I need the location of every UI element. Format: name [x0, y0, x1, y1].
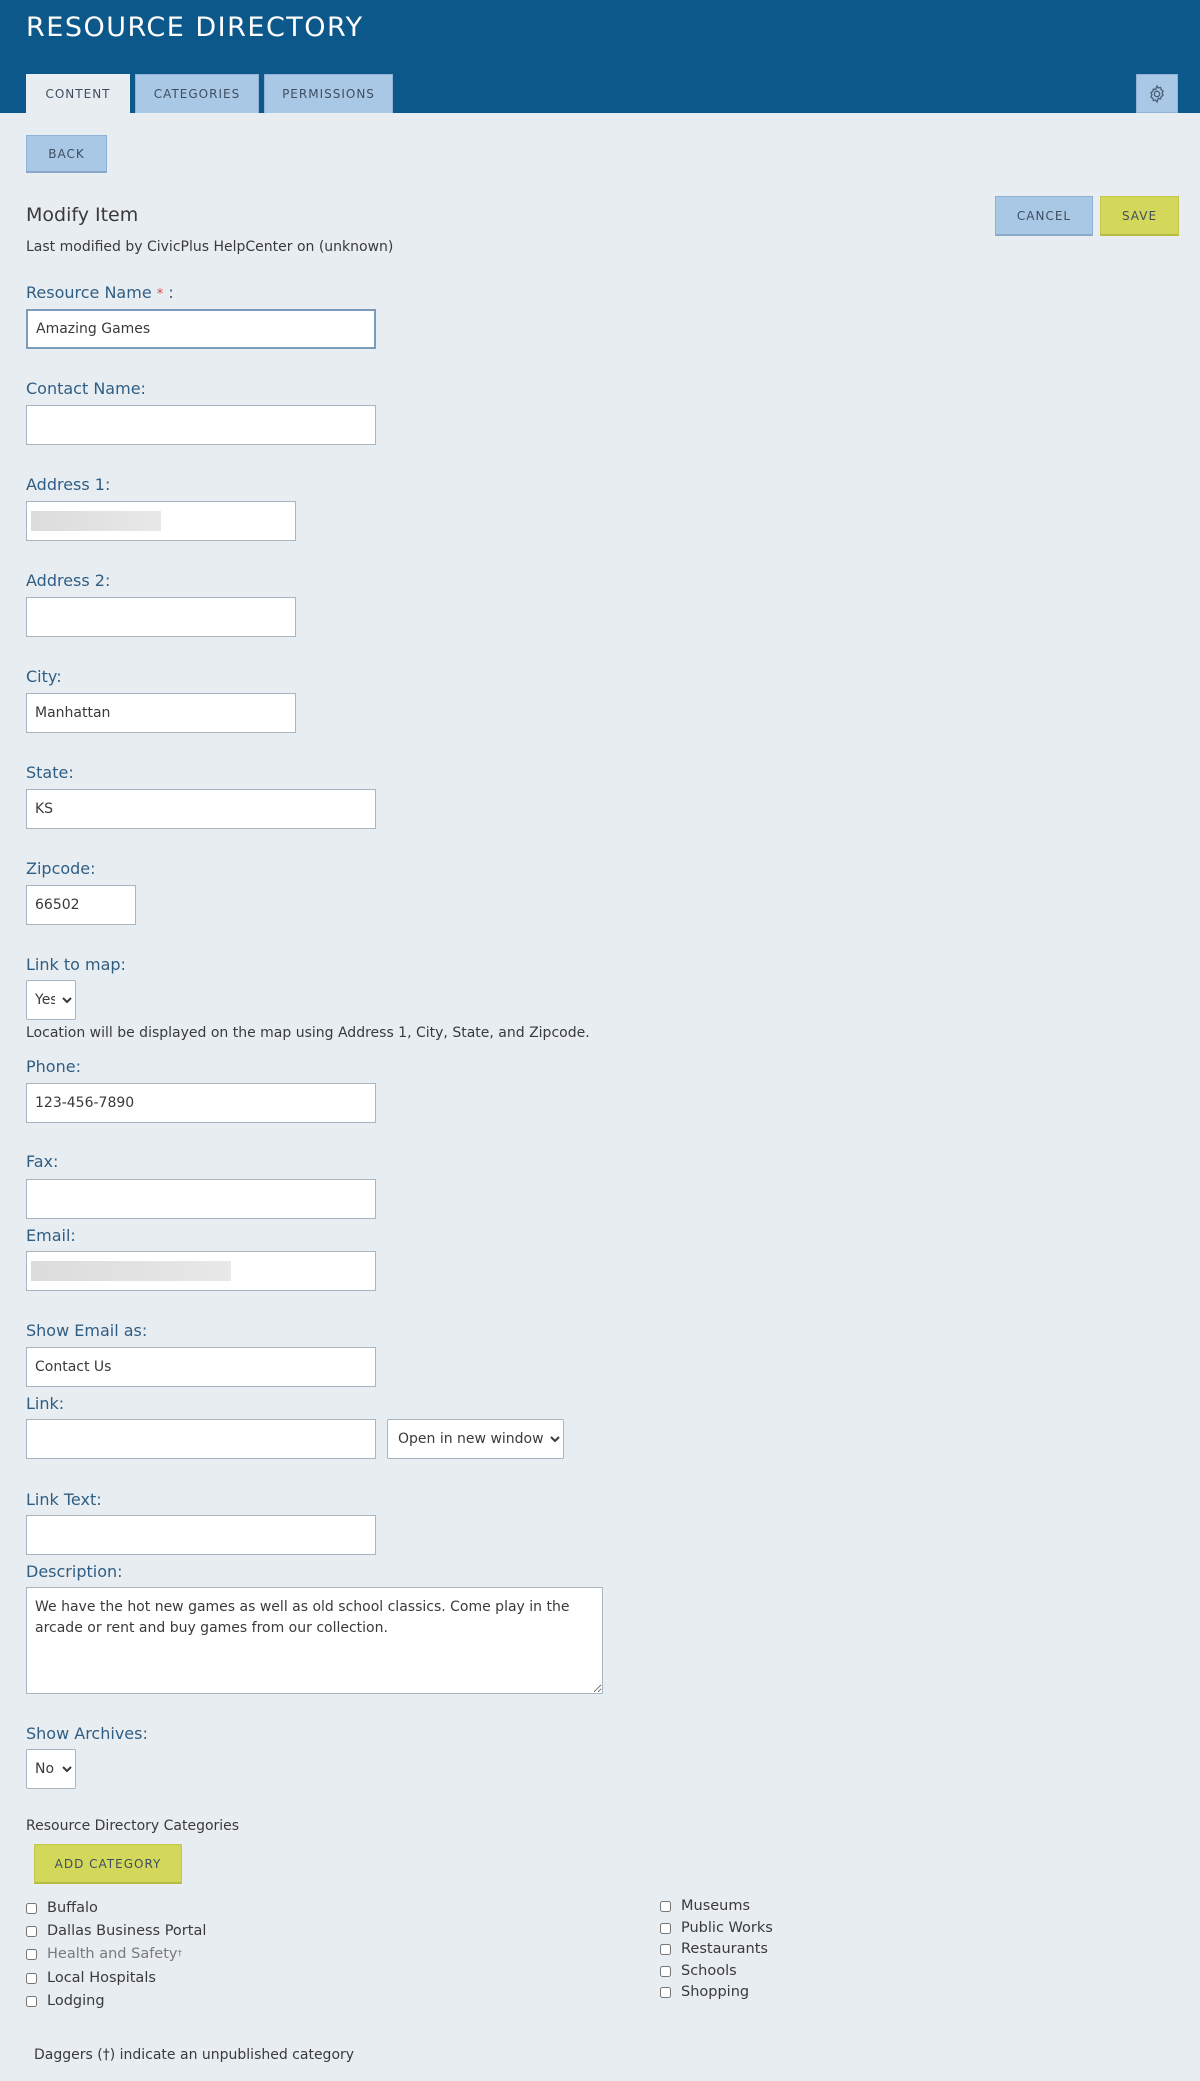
redacted-value [31, 1261, 231, 1281]
email-label: Email: [26, 1226, 76, 1245]
category-item[interactable]: Lodging [26, 1993, 105, 2009]
state-label: State: [26, 763, 74, 782]
fax-label: Fax: [26, 1152, 59, 1171]
unpublished-dagger: † [177, 1949, 183, 1959]
resource-name-label-suffix: : [163, 283, 174, 302]
resource-name-input[interactable] [26, 309, 376, 349]
category-item[interactable]: Public Works [660, 1920, 773, 1936]
zipcode-label: Zipcode: [26, 859, 96, 878]
category-item[interactable]: Health and Safety † [26, 1946, 182, 1962]
cancel-button[interactable]: CANCEL [995, 196, 1093, 236]
link-input[interactable] [26, 1419, 376, 1459]
gear-icon [1150, 84, 1164, 103]
category-item[interactable]: Schools [660, 1963, 737, 1979]
category-label: Museums [681, 1898, 751, 1914]
city-input[interactable] [26, 693, 296, 733]
category-checkbox[interactable] [660, 1965, 671, 1977]
link-to-map-select[interactable]: Yes [26, 980, 76, 1020]
page-title: Modify Item [26, 204, 139, 226]
show-archives-label: Show Archives: [26, 1724, 148, 1743]
category-label: Shopping [681, 1984, 750, 2000]
address1-label: Address 1: [26, 475, 111, 494]
contact-name-input[interactable] [26, 405, 376, 445]
category-item[interactable]: Museums [660, 1898, 750, 1914]
category-item[interactable]: Shopping [660, 1984, 749, 2000]
save-button[interactable]: SAVE [1100, 196, 1179, 236]
show-email-as-label: Show Email as: [26, 1321, 148, 1340]
last-modified-text: Last modified by CivicPlus HelpCenter on… [26, 239, 394, 255]
resource-name-label: Resource Name * : [26, 283, 174, 302]
category-item[interactable]: Dallas Business Portal [26, 1923, 206, 1939]
app-header: RESOURCE DIRECTORY CONTENT CATEGORIES PE… [0, 0, 1200, 113]
description-label: Description: [26, 1562, 123, 1581]
redacted-value [31, 511, 161, 531]
add-category-button[interactable]: ADD CATEGORY [34, 1844, 182, 1884]
tab-content[interactable]: CONTENT [26, 74, 130, 113]
category-checkbox[interactable] [26, 1995, 37, 2007]
contact-name-label: Contact Name: [26, 379, 146, 398]
description-textarea[interactable]: We have the hot new games as well as old… [26, 1587, 603, 1694]
tab-permissions[interactable]: PERMISSIONS [264, 74, 393, 113]
category-label: Lodging [47, 1993, 105, 2009]
zipcode-input[interactable] [26, 885, 136, 925]
resource-name-label-text: Resource Name [26, 283, 152, 302]
phone-input[interactable] [26, 1083, 376, 1123]
category-label: Restaurants [681, 1941, 768, 1957]
category-item[interactable]: Buffalo [26, 1900, 98, 1916]
map-helper-text: Location will be displayed on the map us… [26, 1025, 590, 1041]
email-input[interactable] [26, 1251, 376, 1291]
city-label: City: [26, 667, 62, 686]
category-label: Dallas Business Portal [47, 1923, 207, 1939]
settings-button[interactable] [1136, 74, 1178, 113]
fax-input[interactable] [26, 1179, 376, 1219]
tab-categories[interactable]: CATEGORIES [135, 74, 259, 113]
link-text-input[interactable] [26, 1515, 376, 1555]
category-checkbox[interactable] [660, 1986, 671, 1998]
unpublished-footnote: Daggers (†) indicate an unpublished cate… [34, 2047, 355, 2063]
back-button[interactable]: BACK [26, 135, 107, 173]
categories-title: Resource Directory Categories [26, 1818, 240, 1834]
category-item[interactable]: Local Hospitals [26, 1970, 156, 1986]
show-email-as-input[interactable] [26, 1347, 376, 1387]
category-label: Buffalo [47, 1900, 98, 1916]
category-checkbox[interactable] [26, 1972, 37, 1984]
category-label: Schools [681, 1963, 737, 1979]
category-checkbox[interactable] [26, 1902, 37, 1914]
show-archives-select[interactable]: No [26, 1749, 76, 1789]
category-label: Health and Safety [47, 1946, 178, 1962]
link-label: Link: [26, 1394, 65, 1413]
address2-label: Address 2: [26, 571, 111, 590]
category-checkbox[interactable] [26, 1948, 37, 1960]
category-checkbox[interactable] [660, 1922, 671, 1934]
address2-input[interactable] [26, 597, 296, 637]
link-to-map-label: Link to map: [26, 955, 126, 974]
category-label: Local Hospitals [47, 1970, 156, 1986]
address1-input[interactable] [26, 501, 296, 541]
phone-label: Phone: [26, 1057, 81, 1076]
category-checkbox[interactable] [660, 1900, 671, 1912]
category-label: Public Works [681, 1920, 773, 1936]
category-item[interactable]: Restaurants [660, 1941, 768, 1957]
category-checkbox[interactable] [660, 1943, 671, 1955]
app-title: RESOURCE DIRECTORY [26, 12, 364, 43]
link-target-select[interactable]: Open in new window [387, 1419, 564, 1459]
link-text-label: Link Text: [26, 1490, 102, 1509]
state-input[interactable] [26, 789, 376, 829]
category-checkbox[interactable] [26, 1925, 37, 1937]
